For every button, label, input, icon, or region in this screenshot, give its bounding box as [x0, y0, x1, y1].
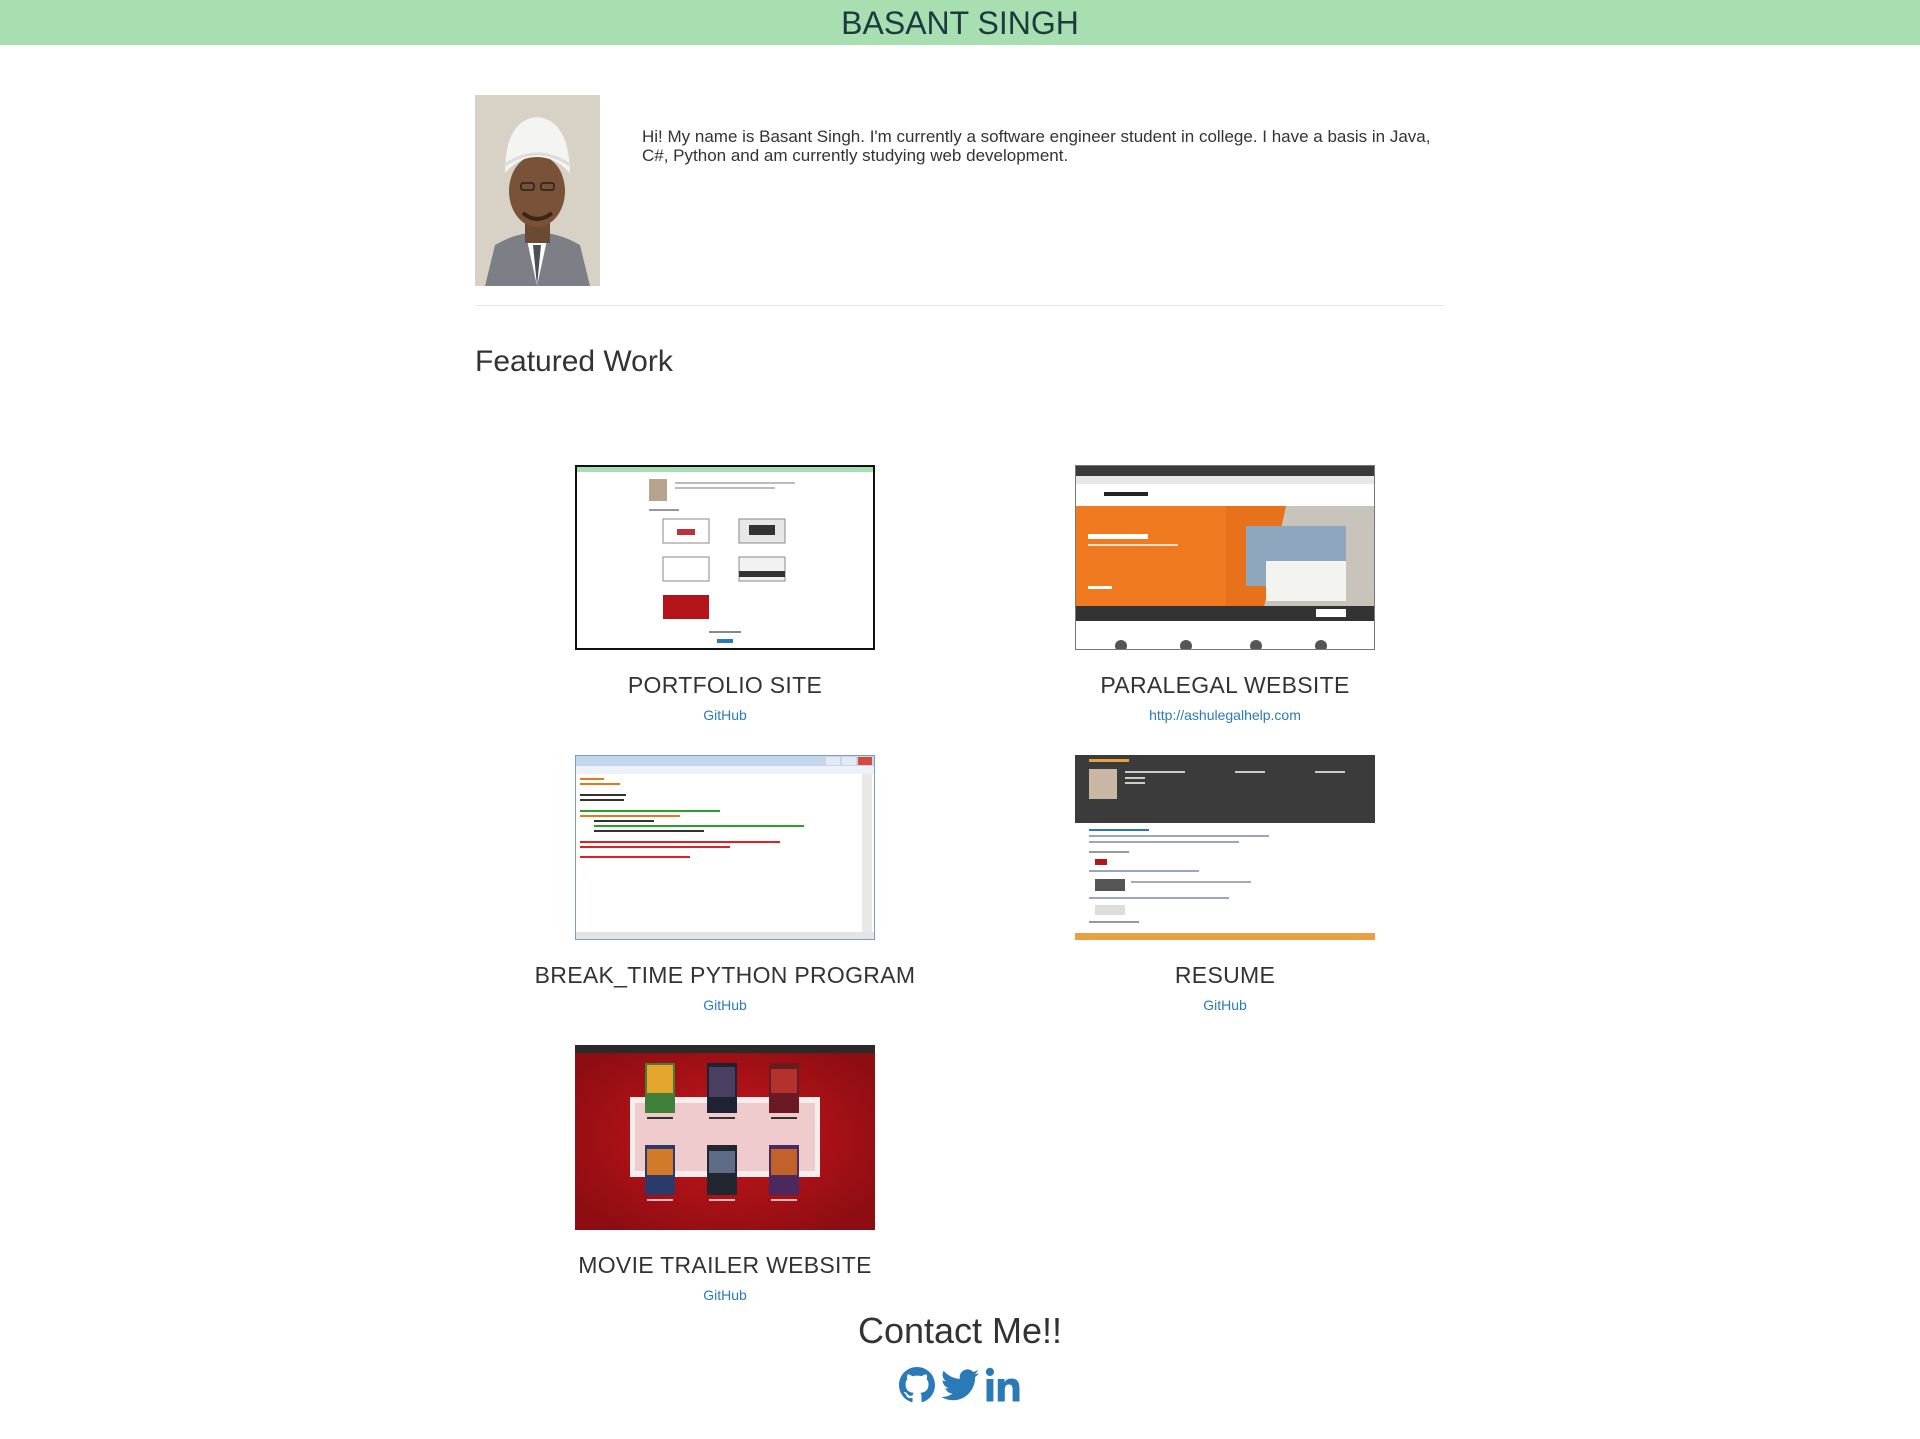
intro-section: Hi! My name is Basant Singh. I'm current…: [475, 95, 1445, 300]
project-card: PORTFOLIO SITE GitHub: [475, 465, 975, 723]
featured-work-heading: Featured Work: [475, 345, 673, 378]
project-title: PORTFOLIO SITE: [627, 672, 823, 698]
bio-text: Hi! My name is Basant Singh. I'm current…: [642, 127, 1431, 165]
portfolio-site-thumbnail[interactable]: [575, 465, 875, 650]
project-github-link[interactable]: GitHub: [475, 1287, 975, 1303]
profile-photo: [475, 95, 600, 286]
project-title: MOVIE TRAILER WEBSITE: [578, 1252, 872, 1278]
project-title: PARALEGAL WEBSITE: [1100, 672, 1350, 698]
site-title: BASANT SINGH: [841, 5, 1079, 41]
site-header: BASANT SINGH: [0, 0, 1920, 45]
project-github-link[interactable]: GitHub: [475, 997, 975, 1013]
linkedin-icon[interactable]: [985, 1367, 1021, 1408]
project-website-link[interactable]: http://ashulegalhelp.com: [975, 707, 1475, 723]
project-title: RESUME: [1174, 962, 1276, 988]
twitter-icon[interactable]: [941, 1367, 979, 1408]
contact-heading: Contact Me!!: [857, 1310, 1063, 1351]
project-card: RESUME GitHub: [975, 755, 1475, 1013]
movie-trailer-website-thumbnail[interactable]: [575, 1045, 875, 1230]
project-github-link[interactable]: GitHub: [475, 707, 975, 723]
github-icon[interactable]: [898, 1367, 935, 1408]
project-card: PARALEGAL WEBSITE http://ashulegalhelp.c…: [975, 465, 1475, 723]
section-divider: [475, 305, 1445, 306]
project-card: MOVIE TRAILER WEBSITE GitHub: [475, 1045, 975, 1303]
paralegal-website-thumbnail[interactable]: [1075, 465, 1375, 650]
project-card: BREAK_TIME PYTHON PROGRAM GitHub: [475, 755, 975, 1013]
resume-thumbnail[interactable]: [1075, 755, 1375, 940]
break-time-program-thumbnail[interactable]: [575, 755, 875, 940]
project-github-link[interactable]: GitHub: [975, 997, 1475, 1013]
project-title: BREAK_TIME PYTHON PROGRAM: [534, 962, 916, 988]
social-links: [475, 1367, 1445, 1408]
